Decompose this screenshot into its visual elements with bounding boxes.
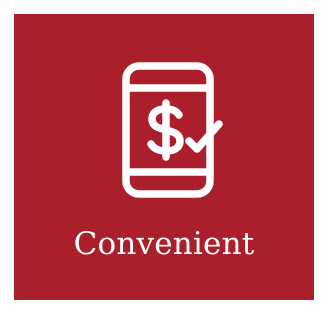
feature-label: Convenient — [73, 226, 255, 262]
feature-tile: Convenient — [14, 14, 314, 300]
mobile-payment-check-icon — [121, 61, 231, 199]
